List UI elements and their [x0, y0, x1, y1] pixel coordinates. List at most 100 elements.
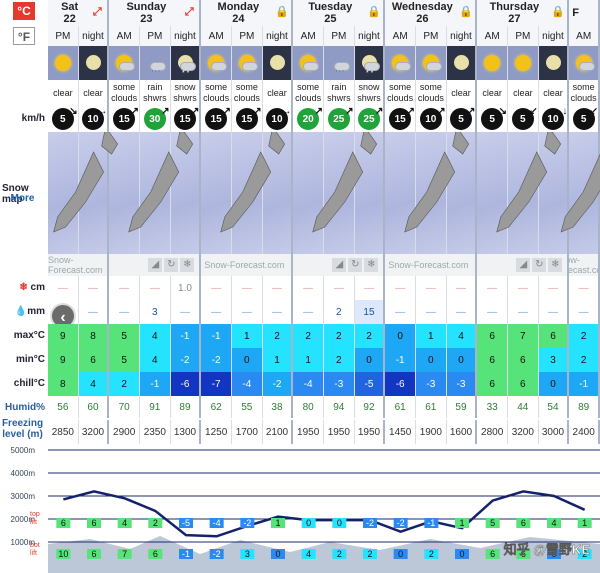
period-cell: night: [447, 26, 478, 46]
snowflake-icon[interactable]: ❄: [548, 258, 563, 272]
weather-text-line1: some: [113, 82, 136, 92]
lock-icon[interactable]: 🔒: [275, 6, 289, 18]
wind-direction-arrow-icon: ↗: [314, 106, 323, 117]
snow-cm-cell: —: [323, 276, 355, 300]
top-lift-value: -2: [366, 518, 374, 528]
rain-mm-row: ———3—————215———————: [48, 300, 600, 324]
snowflake-icon: ❄: [19, 282, 28, 293]
chill-temp-cell: 6: [477, 372, 508, 396]
top-lift-value: 4: [122, 518, 127, 528]
expand-icon[interactable]: ⤢: [91, 6, 103, 18]
lift-label: bot: [30, 542, 40, 549]
day-name: Sat: [61, 1, 79, 13]
weather-icon-cell: [538, 46, 570, 80]
chill-temp-cell: -4: [231, 372, 263, 396]
expand-icon[interactable]: ⤢: [183, 6, 195, 18]
freezing-level-cell: 1600: [446, 420, 478, 444]
period-cell: AM: [569, 26, 600, 46]
weather-icon-row: ' ' ' * * ' ' ' * *: [48, 46, 600, 80]
weather-icon-cell: * *: [354, 46, 386, 80]
wind-speed: 5: [458, 113, 464, 125]
snow-map-row: [48, 132, 600, 254]
max-temp-label: max°C: [13, 330, 45, 341]
moon-shape: [269, 55, 285, 70]
freezing-level-cell: 3000: [538, 420, 570, 444]
bot-lift-value: 0: [398, 549, 403, 559]
snow-map-more-link[interactable]: More: [0, 193, 48, 204]
top-lift-value: 0: [306, 518, 311, 528]
altitude-label: 3000m: [11, 492, 36, 501]
bot-lift-value: 0: [275, 549, 280, 559]
day-header: Wednesday 26 🔒: [385, 0, 478, 26]
day-name: F: [572, 7, 580, 19]
weather-text-line1: some: [297, 82, 320, 92]
sun-cloud-icon: [420, 52, 442, 74]
weather-text-line1: snow: [358, 82, 380, 92]
cloud-shape: [425, 62, 442, 71]
wind-cell: 5 ↙: [569, 106, 600, 132]
day-name: Wednesday: [391, 1, 453, 13]
max-temp-cell: -1: [170, 324, 202, 348]
refresh-icon[interactable]: ↻: [164, 258, 179, 272]
freezing-level-cell: 1950: [323, 420, 355, 444]
snowflake-icon[interactable]: ❄: [180, 258, 195, 272]
bot-lift-value: -2: [213, 549, 221, 559]
wind-direction-arrow-icon: ↗: [161, 106, 170, 117]
weather-icon-cell: ' ' ': [139, 46, 171, 80]
freezing-level-cell: 1950: [354, 420, 386, 444]
min-temp-row: 9 6 5 4 -2 -2 0 1 1 2 0 -1 0 0 6 6 3 2: [48, 348, 600, 372]
max-temp-cell: 2: [569, 324, 600, 348]
rain-mm-cell: —: [78, 300, 110, 324]
sun-cloud-icon: [205, 52, 228, 74]
snow-cm-cell: —: [354, 276, 386, 300]
freezing-level-row: 2850 3200 2900 2350 1300 1250 1700 2100 1950 1950…: [48, 420, 600, 444]
refresh-icon[interactable]: ↻: [532, 258, 547, 272]
lock-icon[interactable]: 🔒: [459, 6, 473, 18]
credit-watermark: 知乎 @雪野KE: [504, 542, 591, 557]
moon-icon: [266, 52, 288, 74]
freezing-level-cell: 1450: [385, 420, 416, 444]
play-icon[interactable]: ◢: [516, 258, 531, 272]
play-icon[interactable]: ◢: [148, 258, 163, 272]
weather-text-line2: shwrs: [143, 93, 167, 103]
weather-text-cell: some clouds: [109, 80, 140, 106]
top-lift-value: 4: [551, 518, 556, 528]
lift-label: lift: [30, 550, 37, 557]
day-header-row: Sat 22 ⤢ Sunday 23 ⤢ Monday 24 🔒 Tuesday 25 🔒 Wednes…: [48, 0, 600, 26]
min-temp-cell: 6: [477, 348, 508, 372]
celsius-button[interactable]: °C: [13, 2, 35, 20]
weather-text-cell: clear: [539, 80, 570, 106]
max-temp-cell: 2: [262, 324, 294, 348]
weather-text-line1: clear: [267, 87, 287, 98]
top-lift-value: 1: [582, 518, 587, 528]
snow-map-cell: [385, 132, 416, 254]
rain-mm-cell: —: [569, 300, 600, 324]
lock-icon[interactable]: 🔒: [367, 6, 381, 18]
snow-cm-cell: 1.0: [170, 276, 202, 300]
bot-lift-value: 7: [122, 549, 127, 559]
refresh-icon[interactable]: ↻: [348, 258, 363, 272]
min-temp-cell: 1: [293, 348, 324, 372]
rain-mm-cell: —: [507, 300, 539, 324]
weather-icon-cell: [569, 46, 600, 80]
snowflake-icon[interactable]: ❄: [364, 258, 379, 272]
snow-cm-cell: —: [569, 276, 600, 300]
sun-icon: [52, 52, 74, 74]
weather-text-cell: rain shwrs: [140, 80, 171, 106]
wind-speed: 5: [489, 113, 495, 125]
top-lift-value: -5: [182, 518, 190, 528]
sun-cloud-icon: [236, 52, 258, 74]
snow-map-cell: [477, 132, 508, 254]
play-icon[interactable]: ◢: [332, 258, 347, 272]
wind-cell: 10 ↓: [539, 106, 570, 132]
bot-lift-value: 2: [367, 549, 372, 559]
wind-speed: 20: [302, 113, 314, 125]
fahrenheit-button[interactable]: °F: [13, 27, 35, 45]
humidity-cell: 59: [446, 396, 478, 418]
period-cell: night: [539, 26, 570, 46]
bot-lift-value: 6: [153, 549, 158, 559]
freezing-level-cell: 3200: [78, 420, 110, 444]
day-date: 22: [63, 13, 76, 25]
lock-icon[interactable]: 🔒: [551, 6, 565, 18]
wind-direction-arrow-icon: ↙: [589, 106, 598, 117]
